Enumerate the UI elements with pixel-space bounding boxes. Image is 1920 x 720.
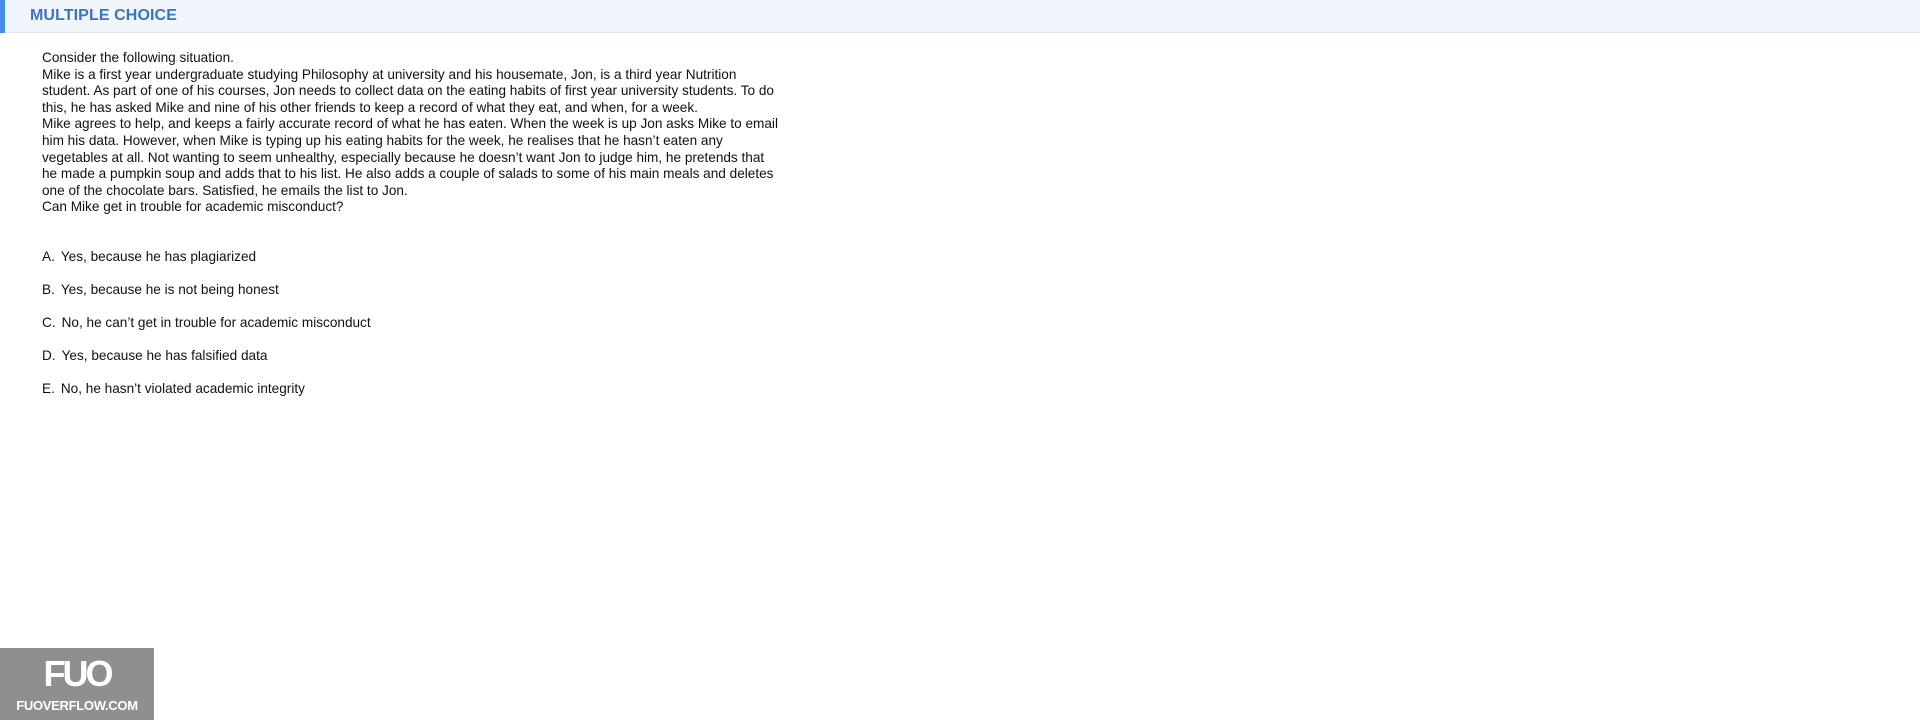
option-d[interactable]: D. Yes, because he has falsified data (42, 348, 371, 364)
option-letter: A. (42, 249, 55, 264)
option-text: No, he hasn’t violated academic integrit… (60, 381, 305, 396)
page: MULTIPLE CHOICE Consider the following s… (0, 0, 1920, 720)
answer-options: A. Yes, because he has plagiarized B. Yes,… (42, 249, 371, 414)
option-a[interactable]: A. Yes, because he has plagiarized (42, 249, 371, 265)
option-text: Yes, because he is not being honest (60, 282, 279, 297)
question-paragraph: Mike is a first year undergraduate study… (42, 66, 774, 115)
option-text: Yes, because he has plagiarized (60, 249, 257, 264)
option-text: Yes, because he has falsified data (61, 348, 268, 363)
watermark-logo: FUO (43, 653, 114, 694)
option-letter: D. (42, 348, 56, 363)
option-c[interactable]: C. No, he can’t get in trouble for academ… (42, 315, 371, 331)
option-b[interactable]: B. Yes, because he is not being honest (42, 282, 371, 298)
question-prompt: Can Mike get in trouble for academic mis… (42, 199, 344, 215)
watermark: FUO FUOVERFLOW.COM (0, 648, 154, 720)
option-text: No, he can’t get in trouble for academic… (61, 315, 371, 330)
option-letter: C. (42, 315, 56, 330)
watermark-text: FUOVERFLOW.COM (16, 698, 138, 713)
section-title: MULTIPLE CHOICE (30, 7, 177, 24)
section-header: MULTIPLE CHOICE (0, 0, 1920, 33)
option-letter: E. (42, 381, 55, 396)
header-accent-bar (0, 0, 5, 33)
question-paragraph: Mike agrees to help, and keeps a fairly … (42, 116, 778, 198)
option-letter: B. (42, 282, 55, 297)
question-text: Consider the following situation. Mike i… (42, 50, 782, 216)
question-intro: Consider the following situation. (42, 50, 234, 65)
option-e[interactable]: E. No, he hasn’t violated academic integr… (42, 381, 371, 397)
